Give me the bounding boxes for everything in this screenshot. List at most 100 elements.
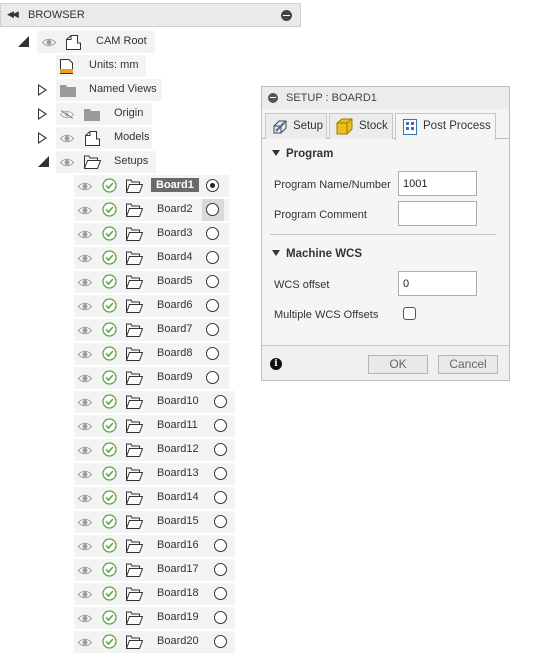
- radio-hitbox[interactable]: [210, 631, 232, 653]
- radio-hitbox[interactable]: [202, 271, 224, 293]
- eye-icon[interactable]: [78, 326, 92, 335]
- eye-icon[interactable]: [78, 254, 92, 263]
- radio-icon[interactable]: [206, 275, 219, 288]
- eye-icon[interactable]: [78, 206, 92, 215]
- eye-icon[interactable]: [78, 566, 92, 575]
- radio-icon[interactable]: [206, 299, 219, 312]
- radio-hitbox[interactable]: [202, 199, 224, 221]
- setup-item[interactable]: Board14: [0, 487, 240, 509]
- wcs-offset-input[interactable]: [398, 271, 477, 296]
- setup-item[interactable]: Board19: [0, 607, 240, 629]
- setup-item[interactable]: Board5: [0, 271, 240, 293]
- radio-hitbox[interactable]: [210, 463, 232, 485]
- radio-icon[interactable]: [214, 611, 227, 624]
- radio-icon[interactable]: [214, 419, 227, 432]
- setup-item[interactable]: Board11: [0, 415, 240, 437]
- setup-item[interactable]: Board3: [0, 223, 240, 245]
- radio-icon[interactable]: [214, 491, 227, 504]
- expand-triangle-icon[interactable]: [38, 84, 47, 96]
- program-comment-input[interactable]: [398, 201, 477, 226]
- collapse-icon[interactable]: ◀◀: [7, 9, 19, 20]
- expand-triangle-icon[interactable]: [38, 156, 49, 167]
- eye-icon[interactable]: [78, 638, 92, 647]
- eye-icon[interactable]: [78, 470, 92, 479]
- setup-item[interactable]: Board13: [0, 463, 240, 485]
- radio-icon[interactable]: [214, 395, 227, 408]
- radio-hitbox[interactable]: [202, 295, 224, 317]
- radio-hitbox[interactable]: [210, 487, 232, 509]
- eye-icon[interactable]: [78, 350, 92, 359]
- radio-icon[interactable]: [206, 251, 219, 264]
- radio-hitbox[interactable]: [210, 511, 232, 533]
- minimize-icon[interactable]: [268, 93, 278, 103]
- radio-icon[interactable]: [214, 563, 227, 576]
- radio-hitbox[interactable]: [210, 415, 232, 437]
- ok-button[interactable]: OK: [368, 355, 428, 374]
- setup-item[interactable]: Board1: [0, 175, 240, 197]
- eye-hidden-icon[interactable]: [60, 110, 74, 119]
- radio-icon[interactable]: [206, 227, 219, 240]
- tab-stock[interactable]: Stock: [329, 113, 393, 139]
- radio-hitbox[interactable]: [202, 343, 224, 365]
- tab-setup[interactable]: Setup: [265, 113, 327, 139]
- expand-triangle-icon[interactable]: [38, 132, 47, 144]
- radio-icon[interactable]: [206, 323, 219, 336]
- radio-hitbox[interactable]: [210, 583, 232, 605]
- setup-item[interactable]: Board9: [0, 367, 240, 389]
- setup-item[interactable]: Board7: [0, 319, 240, 341]
- info-icon[interactable]: i: [270, 358, 282, 370]
- radio-hitbox[interactable]: [202, 367, 224, 389]
- eye-icon[interactable]: [78, 446, 92, 455]
- eye-icon[interactable]: [78, 230, 92, 239]
- radio-icon[interactable]: [206, 347, 219, 360]
- radio-icon[interactable]: [214, 635, 227, 648]
- tree-item-cam-root[interactable]: CAM Root: [0, 31, 160, 53]
- radio-icon[interactable]: [214, 443, 227, 456]
- eye-icon[interactable]: [78, 182, 92, 191]
- tree-item-named-views[interactable]: Named Views: [0, 79, 170, 101]
- setup-item[interactable]: Board18: [0, 583, 240, 605]
- radio-hitbox[interactable]: [202, 223, 224, 245]
- eye-icon[interactable]: [78, 374, 92, 383]
- cancel-button[interactable]: Cancel: [438, 355, 498, 374]
- eye-icon[interactable]: [78, 422, 92, 431]
- radio-hitbox[interactable]: [210, 607, 232, 629]
- eye-icon[interactable]: [78, 614, 92, 623]
- tree-item-models[interactable]: Models: [0, 127, 160, 149]
- section-program[interactable]: Program: [272, 148, 333, 160]
- setup-item[interactable]: Board4: [0, 247, 240, 269]
- setup-item[interactable]: Board16: [0, 535, 240, 557]
- radio-hitbox[interactable]: [202, 247, 224, 269]
- eye-icon[interactable]: [78, 590, 92, 599]
- radio-icon[interactable]: [206, 179, 219, 192]
- radio-hitbox[interactable]: [202, 319, 224, 341]
- setup-item[interactable]: Board6: [0, 295, 240, 317]
- eye-icon[interactable]: [78, 518, 92, 527]
- radio-hitbox[interactable]: [210, 559, 232, 581]
- radio-icon[interactable]: [206, 203, 219, 216]
- setup-item[interactable]: Board2: [0, 199, 240, 221]
- setup-item[interactable]: Board17: [0, 559, 240, 581]
- radio-hitbox[interactable]: [210, 391, 232, 413]
- radio-icon[interactable]: [214, 587, 227, 600]
- eye-icon[interactable]: [60, 134, 74, 143]
- eye-icon[interactable]: [60, 158, 74, 167]
- setup-item[interactable]: Board8: [0, 343, 240, 365]
- tree-item-units[interactable]: Units: mm: [0, 55, 160, 77]
- eye-icon[interactable]: [42, 38, 56, 47]
- tree-item-origin[interactable]: Origin: [0, 103, 160, 125]
- eye-icon[interactable]: [78, 494, 92, 503]
- eye-icon[interactable]: [78, 542, 92, 551]
- setup-item[interactable]: Board10: [0, 391, 240, 413]
- radio-hitbox[interactable]: [210, 439, 232, 461]
- radio-icon[interactable]: [214, 515, 227, 528]
- minimize-icon[interactable]: [281, 10, 292, 21]
- eye-icon[interactable]: [78, 278, 92, 287]
- setup-item[interactable]: Board15: [0, 511, 240, 533]
- setup-item[interactable]: Board20: [0, 631, 240, 653]
- radio-hitbox[interactable]: [210, 535, 232, 557]
- tree-item-setups[interactable]: Setups: [0, 151, 160, 173]
- multiple-wcs-checkbox[interactable]: [403, 307, 416, 320]
- eye-icon[interactable]: [78, 302, 92, 311]
- radio-icon[interactable]: [206, 371, 219, 384]
